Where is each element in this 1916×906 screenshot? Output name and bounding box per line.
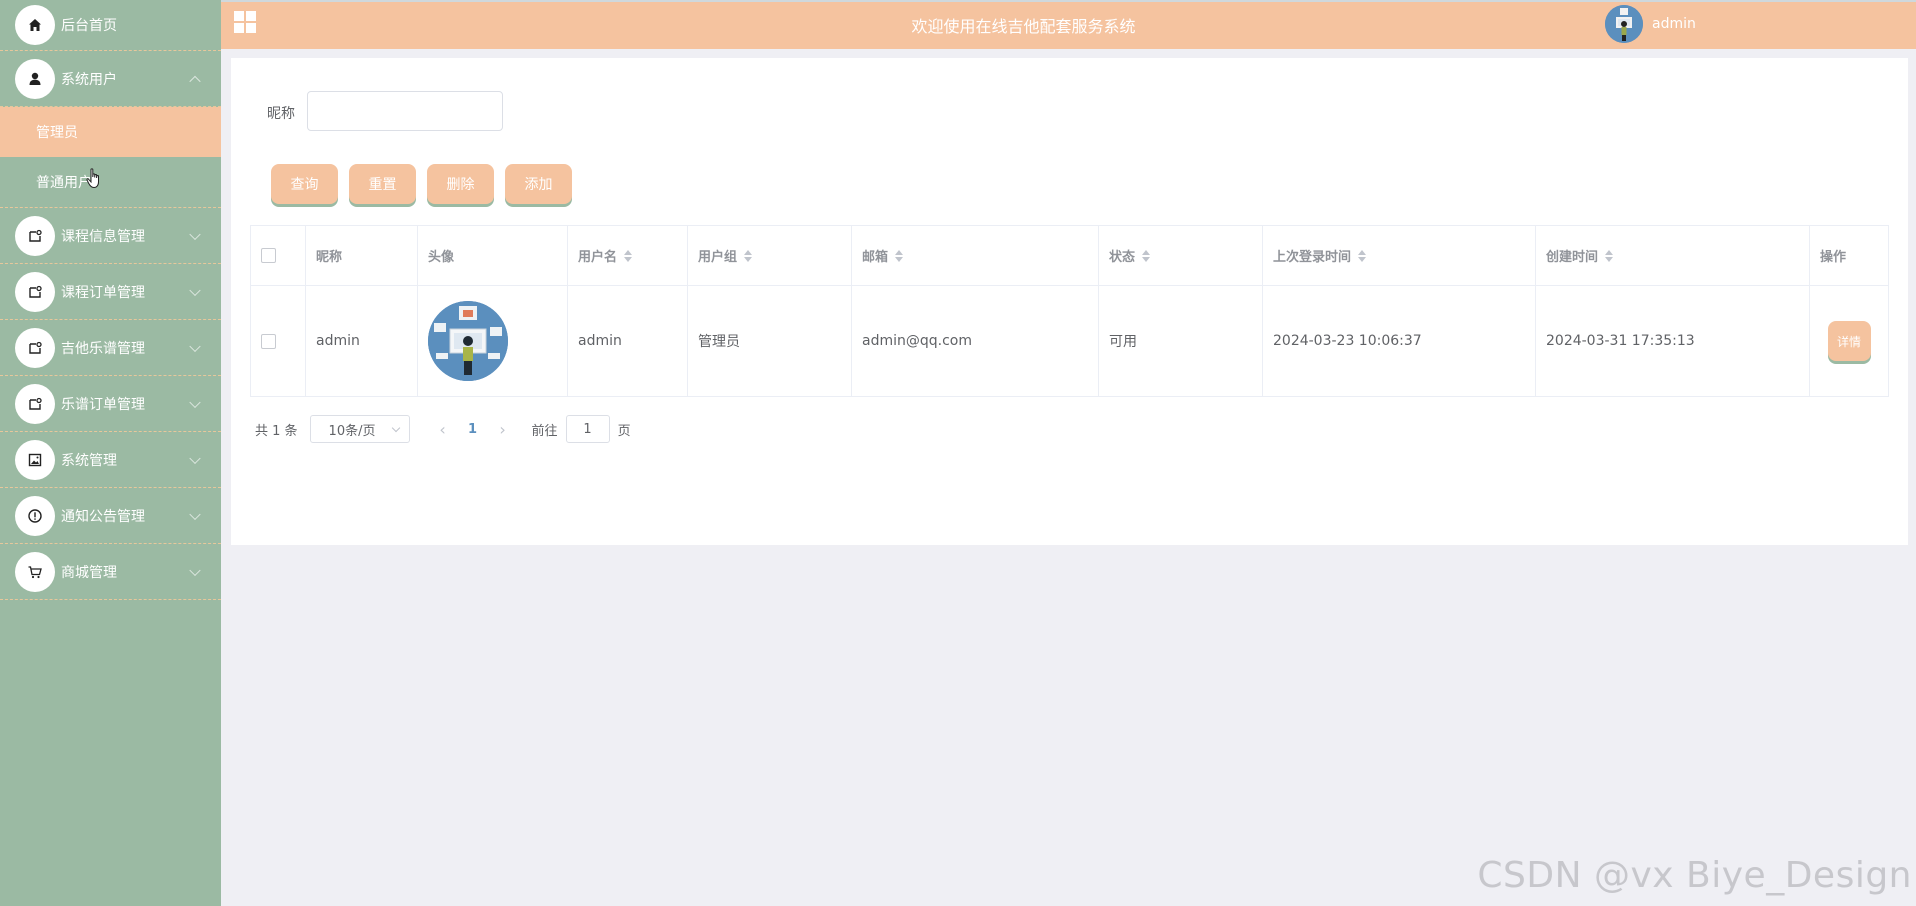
- username[interactable]: admin: [1652, 16, 1696, 32]
- sort-icon[interactable]: [744, 249, 753, 262]
- page-number[interactable]: 1: [458, 422, 488, 437]
- cell-group: 管理员: [688, 286, 852, 396]
- sidebar-item-label: 通知公告管理: [61, 508, 145, 525]
- cell-status: 可用: [1099, 286, 1263, 396]
- cell-username: admin: [568, 286, 688, 396]
- avatar[interactable]: [1605, 5, 1643, 43]
- cart-icon: [15, 551, 55, 592]
- sidebar-item-mall[interactable]: 商城管理: [0, 544, 221, 600]
- sidebar-item-course-info[interactable]: 课程信息管理: [0, 208, 221, 264]
- page-suffix: 页: [617, 423, 631, 439]
- cell-email: admin@qq.com: [852, 286, 1099, 396]
- goto-page-input[interactable]: [565, 415, 610, 443]
- chevron-down-icon: [189, 284, 201, 296]
- sidebar-item-label: 商城管理: [61, 564, 117, 581]
- chevron-down-icon: [189, 228, 201, 240]
- chevron-down-icon: [189, 340, 201, 352]
- sort-icon[interactable]: [1605, 249, 1614, 262]
- sort-icon[interactable]: [1358, 249, 1367, 262]
- chevron-down-icon: [189, 508, 201, 520]
- page-size-value: 10条/页: [328, 423, 376, 439]
- chevron-down-icon: [189, 396, 201, 408]
- search-label: 昵称: [267, 106, 295, 122]
- chevron-down-icon: [189, 564, 201, 576]
- main-panel: 昵称 查询 重置 删除 添加 昵称 头像 用户名 用户组 邮箱 状态 上次登录时…: [231, 58, 1908, 545]
- select-all-cell: [251, 226, 306, 285]
- select-all-checkbox[interactable]: [261, 248, 276, 263]
- table-header-row: 昵称 头像 用户名 用户组 邮箱 状态 上次登录时间 创建时间 操作: [251, 226, 1888, 286]
- column-header-sortable[interactable]: 创建时间: [1536, 226, 1810, 285]
- sidebar-item-notices[interactable]: 通知公告管理: [0, 488, 221, 544]
- sidebar-item-home[interactable]: 后台首页: [0, 0, 221, 51]
- total-count: 共 1 条: [255, 423, 298, 439]
- avatar: [428, 301, 508, 381]
- image-icon: [15, 439, 55, 480]
- sidebar-item-label: 吉他乐谱管理: [61, 340, 145, 357]
- module-icon: [15, 327, 55, 368]
- column-header-sortable[interactable]: 状态: [1099, 226, 1263, 285]
- info-icon: [15, 495, 55, 536]
- sidebar: 后台首页 系统用户 管理员 普通用户 课程信息管理 课程订单管理 吉他乐谱管理: [0, 0, 221, 906]
- sidebar-item-system-management[interactable]: 系统管理: [0, 432, 221, 488]
- home-icon: [15, 5, 55, 45]
- column-header-sortable[interactable]: 用户名: [568, 226, 688, 285]
- next-page-icon[interactable]: ›: [488, 420, 518, 439]
- column-header-sortable[interactable]: 邮箱: [852, 226, 1099, 285]
- sort-icon[interactable]: [1142, 249, 1151, 262]
- cell-nickname: admin: [306, 286, 418, 396]
- add-button[interactable]: 添加: [505, 164, 572, 204]
- delete-button[interactable]: 删除: [427, 164, 494, 204]
- chevron-down-icon: [391, 423, 400, 433]
- cell-created: 2024-03-31 17:35:13: [1536, 286, 1810, 396]
- top-bar: 欢迎使用在线吉他配套服务系统 admin: [221, 0, 1916, 49]
- hand-cursor-icon: [86, 168, 99, 189]
- sidebar-item-label: 课程订单管理: [61, 284, 145, 301]
- module-icon: [15, 215, 55, 256]
- module-icon: [15, 383, 55, 424]
- table-row: admin admin 管理员 admin@qq.com 可用 2024-03-…: [251, 286, 1888, 396]
- row-checkbox[interactable]: [261, 333, 276, 349]
- module-icon: [15, 271, 55, 312]
- sidebar-item-label: 系统管理: [61, 452, 117, 469]
- sidebar-subitem-admin[interactable]: 管理员: [0, 107, 221, 157]
- sidebar-item-system-users[interactable]: 系统用户: [0, 51, 221, 107]
- sort-icon[interactable]: [624, 249, 633, 262]
- chevron-down-icon: [189, 452, 201, 464]
- page-size-select[interactable]: 10条/页: [309, 415, 410, 443]
- prev-page-icon[interactable]: ‹: [428, 420, 458, 439]
- column-header: 昵称: [306, 226, 418, 285]
- users-table: 昵称 头像 用户名 用户组 邮箱 状态 上次登录时间 创建时间 操作 admin: [250, 225, 1889, 397]
- column-header-sortable[interactable]: 上次登录时间: [1263, 226, 1536, 285]
- chevron-up-icon: [189, 75, 201, 87]
- cell-avatar: [418, 286, 568, 396]
- goto-label: 前往: [531, 423, 558, 439]
- watermark: CSDN @vx Biye_Design: [1477, 855, 1912, 896]
- sidebar-item-label: 后台首页: [61, 18, 117, 34]
- detail-button[interactable]: 详情: [1827, 321, 1871, 361]
- sidebar-item-label: 系统用户: [61, 71, 117, 88]
- user-icon: [15, 58, 55, 99]
- reset-button[interactable]: 重置: [349, 164, 416, 204]
- sidebar-item-label: 课程信息管理: [61, 228, 145, 245]
- sidebar-item-score-orders[interactable]: 乐谱订单管理: [0, 376, 221, 432]
- cell-actions: 详情: [1810, 286, 1888, 396]
- sidebar-item-course-orders[interactable]: 课程订单管理: [0, 264, 221, 320]
- sidebar-item-guitar-scores[interactable]: 吉他乐谱管理: [0, 320, 221, 376]
- sidebar-subitem-normal-users[interactable]: 普通用户: [0, 157, 221, 208]
- pagination: 共 1 条 10条/页 ‹ 1 › 前往 页: [255, 415, 631, 443]
- query-button[interactable]: 查询: [271, 164, 338, 204]
- sidebar-item-label: 乐谱订单管理: [61, 396, 145, 413]
- nickname-search-input[interactable]: [307, 91, 503, 131]
- sort-icon[interactable]: [895, 249, 904, 262]
- cell-last-login: 2024-03-23 10:06:37: [1263, 286, 1536, 396]
- column-header-sortable[interactable]: 用户组: [688, 226, 852, 285]
- row-select-cell: [251, 286, 306, 396]
- column-header: 操作: [1820, 250, 1847, 265]
- column-header: 头像: [418, 226, 568, 285]
